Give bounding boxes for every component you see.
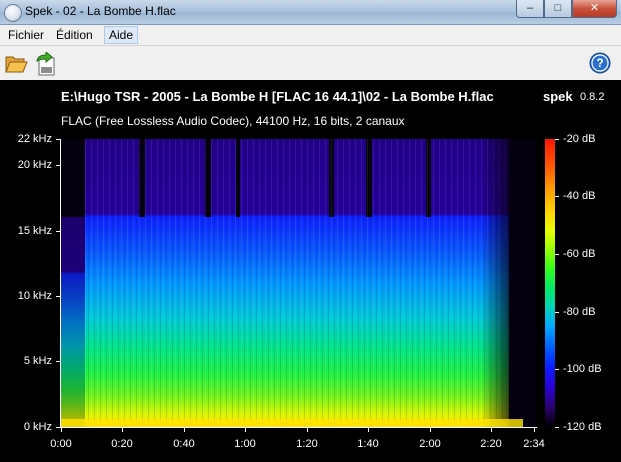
file-path-title: E:\Hugo TSR - 2005 - La Bombe H [FLAC 16… xyxy=(61,89,494,104)
title-bar[interactable]: Spek - 02 - La Bombe H.flac – □ ✕ xyxy=(0,0,621,25)
y-tick-label: 20 kHz xyxy=(17,159,52,171)
y-tick-label: 10 kHz xyxy=(17,290,52,302)
x-tick xyxy=(245,428,246,432)
x-tick-label: 0:40 xyxy=(173,438,195,450)
x-tick-label: 0:00 xyxy=(50,438,72,450)
help-glyph: ? xyxy=(596,56,603,70)
db-scale-label: -120 dB xyxy=(563,421,602,433)
x-tick xyxy=(307,428,308,432)
x-tick xyxy=(430,428,431,432)
menu-bar: Fichier Édition Aide xyxy=(0,25,621,46)
spectrogram-image[interactable] xyxy=(61,139,536,427)
codec-info: FLAC (Free Lossless Audio Codec), 44100 … xyxy=(61,114,405,128)
y-tick xyxy=(56,165,60,166)
app-version: 0.8.2 xyxy=(580,91,605,103)
y-tick-label: 0 kHz xyxy=(23,421,52,433)
x-tick-label: 1:40 xyxy=(357,438,379,450)
maximize-button[interactable]: □ xyxy=(544,0,572,18)
db-color-scale xyxy=(545,139,555,427)
y-tick-label: 22 kHz xyxy=(17,133,52,145)
x-tick-label: 0:20 xyxy=(111,438,133,450)
db-scale-label: -20 dB xyxy=(563,133,596,145)
folder-open-icon[interactable] xyxy=(4,52,28,76)
menu-aide[interactable]: Aide xyxy=(104,26,139,44)
db-tick xyxy=(555,369,559,370)
window-controls: – □ ✕ xyxy=(516,0,617,18)
app-name: spek xyxy=(543,89,573,104)
minimize-button[interactable]: – xyxy=(516,0,544,18)
x-tick xyxy=(122,428,123,432)
x-tick xyxy=(61,428,62,432)
x-tick-label: 1:00 xyxy=(234,438,256,450)
y-tick-label: 15 kHz xyxy=(17,225,52,237)
x-tick xyxy=(368,428,369,432)
db-tick xyxy=(555,254,559,255)
help-icon[interactable]: ? xyxy=(589,52,613,76)
y-tick xyxy=(56,427,60,428)
db-scale-label: -40 dB xyxy=(563,190,596,202)
db-tick xyxy=(555,196,559,197)
menu-edition[interactable]: Édition xyxy=(52,27,97,43)
y-tick xyxy=(56,296,60,297)
x-tick xyxy=(534,428,535,432)
save-export-icon[interactable] xyxy=(34,50,58,76)
y-tick-label: 5 kHz xyxy=(23,355,52,367)
menu-fichier[interactable]: Fichier xyxy=(4,27,48,43)
db-tick xyxy=(555,139,559,140)
spek-app-icon[interactable] xyxy=(4,4,22,22)
db-tick xyxy=(555,427,559,428)
y-tick xyxy=(56,361,60,362)
x-tick xyxy=(491,428,492,432)
x-axis-line xyxy=(60,427,537,428)
x-tick xyxy=(184,428,185,432)
x-tick-label: 2:00 xyxy=(419,438,441,450)
x-tick-label: 2:20 xyxy=(480,438,502,450)
y-tick xyxy=(56,139,60,140)
y-axis-line xyxy=(60,139,61,428)
y-tick xyxy=(56,231,60,232)
db-scale-label: -100 dB xyxy=(563,363,602,375)
db-scale-label: -80 dB xyxy=(563,306,596,318)
db-scale-label: -60 dB xyxy=(563,248,596,260)
close-button[interactable]: ✕ xyxy=(572,0,617,18)
x-tick-label: 2:34 xyxy=(523,438,545,450)
x-tick-label: 1:20 xyxy=(296,438,318,450)
db-tick xyxy=(555,312,559,313)
toolbar: ? xyxy=(0,46,621,80)
window-title: Spek - 02 - La Bombe H.flac xyxy=(25,4,176,18)
